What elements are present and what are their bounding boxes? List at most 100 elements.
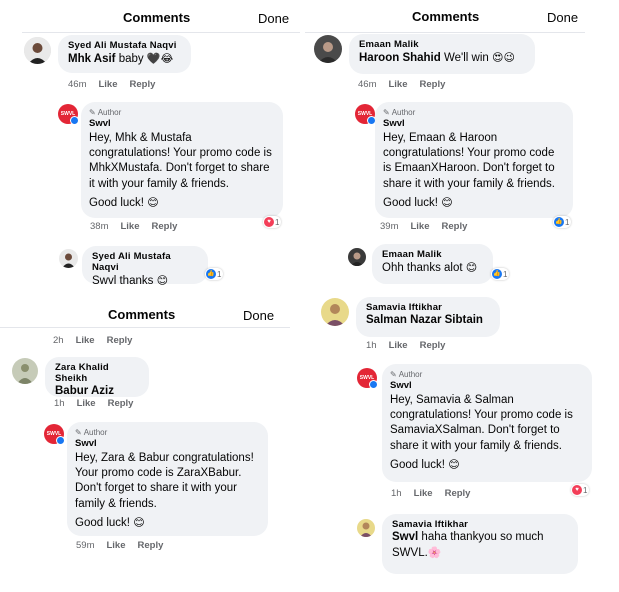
reaction-count[interactable]: 👍 1 [553,216,572,228]
reply-button[interactable]: Reply [107,335,133,346]
like-reaction-icon: 👍 [554,217,564,227]
reply-author[interactable]: Swvl [383,118,565,129]
reply-actions: 1h Like Reply [391,488,482,499]
like-button[interactable]: Like [98,79,117,90]
like-button[interactable]: Like [76,335,95,346]
comments-title: Comments [412,9,480,24]
done-button[interactable]: Done [547,10,578,25]
comment-actions: 46m Like Reply [358,79,457,90]
done-button[interactable]: Done [243,308,274,323]
comment-bubble: Emaan Malik Haroon Shahid We'll win 😍😉 [349,34,535,74]
reply-button[interactable]: Reply [152,221,178,232]
reply-button[interactable]: Reply [130,79,156,90]
reply-author[interactable]: Swvl [89,118,275,129]
tagged-user[interactable]: Mhk Asif [68,53,116,65]
comment-text: We'll win [443,52,489,64]
avatar[interactable] [348,248,366,266]
panel-bottom-right: Samavia Iftikhar Salman Nazar Sibtain 1h… [305,292,619,592]
like-button[interactable]: Like [410,221,429,232]
comment-bubble: Emaan Malik Ohh thanks alot 😊 [372,244,493,284]
pencil-icon: ✎ [383,108,390,117]
comment-text: Swvl thanks [92,275,154,287]
reply-actions: 39m Like Reply [380,221,479,232]
tagged-user[interactable]: Haroon Shahid [359,52,441,64]
avatar[interactable] [12,358,38,384]
verified-badge-icon [70,116,79,125]
tagged-user[interactable]: Swvl [392,531,418,543]
reply-button[interactable]: Reply [445,488,471,499]
tagged-user[interactable]: Salman Nazar Sibtain [366,313,490,328]
reply-bubble: ✎ Author Swvl Hey, Samavia & Salman congr… [382,364,592,482]
reaction-count[interactable]: ♥ 1 [263,216,282,228]
like-button[interactable]: Like [120,221,139,232]
author-label: Author [398,370,423,379]
avatar[interactable] [24,37,51,64]
emoji: 😍😉 [492,51,515,64]
divider [22,32,300,33]
comment-author[interactable]: Samavia Iftikhar [366,302,490,313]
emoji: 😊 [147,195,159,209]
comments-title: Comments [108,307,176,322]
like-button[interactable]: Like [106,540,125,551]
like-reaction-icon: 👍 [492,269,502,279]
comment-author[interactable]: Emaan Malik [382,249,483,260]
like-button[interactable]: Like [77,398,96,409]
comment-text: Ohh thanks alot [382,262,463,274]
comment-bubble: Samavia Iftikhar Swvl haha thankyou so m… [382,514,578,574]
divider [0,327,290,328]
comment-bubble: Syed Ali Mustafa Naqvi Mhk Asif baby 🖤😂 [58,35,191,73]
comment-time: 46m [68,79,87,90]
tagged-user[interactable]: Babur Aziz [55,384,139,399]
reply-author[interactable]: Swvl [390,380,584,391]
panel-top-right: Comments Done Emaan Malik Haroon Shahid … [305,0,619,290]
comment-author[interactable]: Syed Ali Mustafa Naqvi [92,251,198,273]
like-button[interactable]: Like [388,79,407,90]
reaction-count[interactable]: 👍 1 [491,268,510,280]
author-label: Author [391,108,416,117]
reply-time: 1h [391,488,402,499]
reply-author[interactable]: Swvl [75,438,260,449]
reaction-count[interactable]: 👍 1 [205,268,224,280]
pencil-icon: ✎ [390,370,397,379]
emoji: 😊 [441,195,453,209]
divider [305,32,585,33]
done-button[interactable]: Done [258,11,289,26]
comment-bubble: Zara Khalid Sheikh Babur Aziz [45,357,149,397]
like-button[interactable]: Like [414,488,433,499]
reply-text-2: Good luck! [383,196,438,209]
comment-author[interactable]: Syed Ali Mustafa Naqvi [68,40,181,51]
panel-top-left: Comments Done Syed Ali Mustafa Naqvi Mhk… [0,0,300,290]
comment-time: 2h [53,335,64,346]
comment-actions: 1h Like Reply [366,340,457,351]
avatar[interactable] [321,298,349,326]
avatar[interactable] [314,35,342,63]
reply-bubble: ✎ Author Swvl Hey, Zara & Babur congratul… [67,422,268,536]
avatar[interactable] [357,519,375,537]
reply-button[interactable]: Reply [442,221,468,232]
like-button[interactable]: Like [389,340,408,351]
comment-author[interactable]: Zara Khalid Sheikh [55,362,139,384]
reply-button[interactable]: Reply [420,79,446,90]
reply-button[interactable]: Reply [420,340,446,351]
comment-author[interactable]: Emaan Malik [359,39,525,50]
pencil-icon: ✎ [89,108,96,117]
reply-text: Hey, Samavia & Salman congratulations! Y… [390,394,573,452]
reply-actions: 38m Like Reply [90,221,189,232]
reply-text-2: Good luck! [75,516,130,529]
avatar[interactable] [59,249,78,268]
reply-text-2: Good luck! [390,458,445,471]
like-reaction-icon: 👍 [206,269,216,279]
comment-author[interactable]: Samavia Iftikhar [392,519,568,530]
author-label: Author [83,428,108,437]
comment-bubble: Syed Ali Mustafa Naqvi Swvl thanks 😊 [82,246,208,287]
comments-title: Comments [123,10,191,25]
reply-button[interactable]: Reply [108,398,134,409]
panel-bottom-left: Comments Done 2h Like Reply Zara Khalid Sh… [0,298,300,592]
comment-actions: 46m Like Reply [68,79,167,90]
reply-button[interactable]: Reply [138,540,164,551]
emoji: 🌸 [427,546,442,559]
comment-time: 1h [366,340,377,351]
heart-reaction-icon: ♥ [264,217,274,227]
reaction-count[interactable]: ♥ 1 [571,484,590,496]
comment-time: 1h [54,398,65,409]
